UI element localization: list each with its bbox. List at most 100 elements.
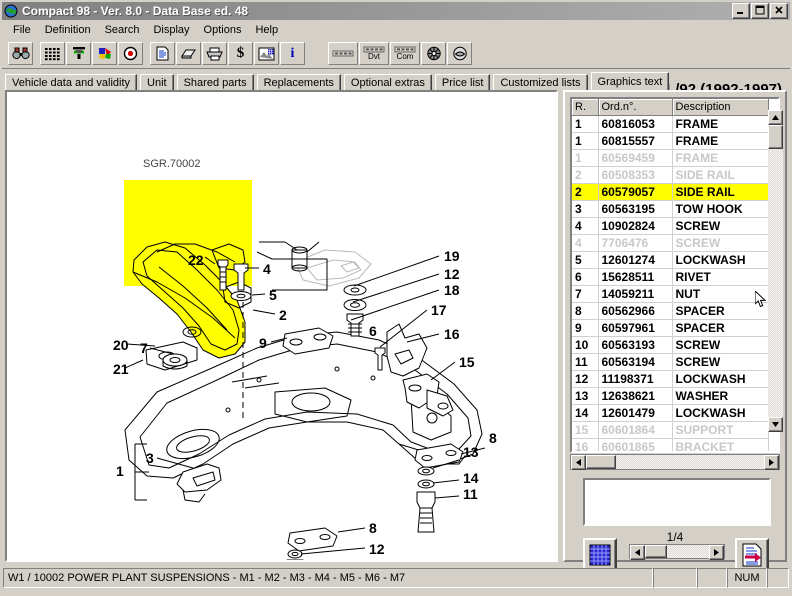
table-row[interactable]: 1 60569459 FRAME [572, 149, 769, 167]
dollar-icon[interactable]: $ [228, 42, 253, 65]
col-header-desc[interactable]: Description [672, 99, 769, 116]
table-row[interactable]: 1 60815557 FRAME [572, 132, 769, 150]
menu-display[interactable]: Display [146, 23, 196, 37]
hscroll-thumb[interactable] [586, 455, 616, 469]
tab-shared-parts[interactable]: Shared parts [176, 74, 254, 90]
table-row[interactable]: 1 60816053 FRAME [572, 115, 769, 133]
menu-help[interactable]: Help [248, 23, 285, 37]
callout-10: 10 [369, 557, 385, 560]
status-bar: W1 / 10002 POWER PLANT SUSPENSIONS - M1 … [3, 568, 789, 588]
page-thumb[interactable] [645, 545, 667, 558]
binoculars-icon[interactable] [8, 42, 33, 65]
cell-ord: 14059211 [598, 285, 673, 303]
scroll-right-button[interactable] [764, 455, 779, 470]
tab-customized-lists[interactable]: Customized lists [493, 74, 588, 90]
color-shapes-icon[interactable] [92, 42, 117, 65]
eraser-icon[interactable] [176, 42, 201, 65]
table-row[interactable]: 16 60601865 BRACKET [572, 438, 769, 451]
table-row[interactable]: 15 60601864 SUPPORT [572, 421, 769, 439]
table-header-row: R. Ord.n°. Description [572, 99, 769, 116]
menu-search[interactable]: Search [98, 23, 147, 37]
cell-ord: 60815557 [598, 132, 673, 150]
minimize-button[interactable] [732, 3, 750, 19]
blank-plate-icon[interactable] [328, 42, 358, 65]
table-row[interactable]: 11 60563194 SCREW [572, 353, 769, 371]
image-list-icon[interactable] [254, 42, 279, 65]
tab-unit[interactable]: Unit [140, 74, 174, 90]
scroll-track[interactable] [768, 125, 783, 417]
table-row[interactable]: 12 11198371 LOCKWASH [572, 370, 769, 388]
diagram-panel[interactable]: 22 4 5 2 20 21 9 19 12 18 17 16 15 6 7 3… [5, 90, 558, 562]
filter-funnel-icon[interactable] [66, 42, 91, 65]
cell-ord: 10902824 [598, 217, 673, 235]
parts-horizontal-scrollbar[interactable] [570, 454, 780, 470]
table-row[interactable]: 4 7706476 SCREW [572, 234, 769, 252]
callout-22: 22 [188, 252, 204, 268]
table-row[interactable]: 9 60597961 SPACER [572, 319, 769, 337]
scroll-left-button[interactable] [571, 455, 586, 470]
cell-ord: 60579057 [598, 183, 673, 201]
application-window: Compact 98 - Ver. 8.0 - Data Base ed. 48… [0, 0, 792, 596]
tab-graphics-text[interactable]: Graphics text [590, 72, 670, 91]
export-document-button[interactable] [735, 538, 769, 572]
tab-replacements[interactable]: Replacements [256, 74, 341, 90]
maximize-button[interactable] [751, 3, 769, 19]
table-row[interactable]: 8 60562966 SPACER [572, 302, 769, 320]
cell-desc: SIDE RAIL [672, 166, 769, 184]
note-field[interactable] [583, 478, 771, 526]
title-bar: Compact 98 - Ver. 8.0 - Data Base ed. 48 [2, 2, 790, 20]
callout-21: 21 [113, 361, 129, 377]
table-row[interactable]: 2 60508353 SIDE RAIL [572, 166, 769, 184]
parts-grid[interactable]: R. Ord.n°. Description 1 60816053 FRAME 16… [570, 97, 780, 453]
document-icon[interactable] [150, 42, 175, 65]
info-icon[interactable]: i [280, 42, 305, 65]
table-row[interactable]: 4 10902824 SCREW [572, 217, 769, 235]
table-row[interactable]: 6 15628511 RIVET [572, 268, 769, 286]
cell-ord: 60562966 [598, 302, 673, 320]
cell-desc: BRACKET [672, 438, 769, 451]
parts-vertical-scrollbar[interactable] [768, 110, 783, 432]
printer-icon[interactable] [202, 42, 227, 65]
tab-price-list[interactable]: Price list [434, 74, 491, 90]
callout-7: 7 [140, 340, 148, 356]
close-button[interactable] [770, 3, 788, 19]
menu-options[interactable]: Options [197, 23, 249, 37]
cell-ord: 12601274 [598, 251, 673, 269]
dvt-plate-icon[interactable]: Dvt [359, 42, 389, 65]
table-row[interactable]: 14 12601479 LOCKWASH [572, 404, 769, 422]
table-row[interactable]: 3 60563195 TOW HOOK [572, 200, 769, 218]
com-plate-icon[interactable]: Com [390, 42, 420, 65]
callout-12a: 12 [444, 266, 460, 282]
grid-view-icon [589, 544, 611, 566]
cell-ord: 60508353 [598, 166, 673, 184]
cell-ord: 60563194 [598, 353, 673, 371]
table-row[interactable]: 10 60563193 SCREW [572, 336, 769, 354]
scroll-thumb[interactable] [768, 125, 783, 149]
page-prev-button[interactable] [630, 545, 645, 560]
tab-optional-extras[interactable]: Optional extras [343, 74, 432, 90]
globe-wheel-icon[interactable] [421, 42, 446, 65]
cell-r: 8 [572, 302, 599, 320]
grid-table-icon[interactable] [40, 42, 65, 65]
col-header-r[interactable]: R. [572, 99, 599, 116]
hscroll-track[interactable] [586, 455, 764, 469]
menu-definition[interactable]: Definition [38, 23, 98, 37]
tab-vehicle-data[interactable]: Vehicle data and validity [5, 74, 138, 90]
grid-view-button[interactable] [583, 538, 617, 572]
table-row-selected[interactable]: 2 60579057 SIDE RAIL [572, 183, 769, 201]
cell-desc: NUT [672, 285, 769, 303]
table-row[interactable]: 13 12638621 WASHER [572, 387, 769, 405]
target-icon[interactable] [118, 42, 143, 65]
page-next-button[interactable] [709, 545, 724, 560]
cell-ord: 12638621 [598, 387, 673, 405]
table-row[interactable]: 7 14059211 NUT [572, 285, 769, 303]
page-track[interactable] [645, 545, 709, 558]
menu-file[interactable]: File [6, 23, 38, 37]
scroll-down-button[interactable] [768, 417, 783, 432]
col-header-ord[interactable]: Ord.n°. [598, 99, 673, 116]
face-shield-icon[interactable] [447, 42, 472, 65]
table-row[interactable]: 5 12601274 LOCKWASH [572, 251, 769, 269]
cell-ord: 60569459 [598, 149, 673, 167]
page-scrollbar[interactable] [629, 544, 725, 560]
scroll-up-button[interactable] [768, 110, 783, 125]
